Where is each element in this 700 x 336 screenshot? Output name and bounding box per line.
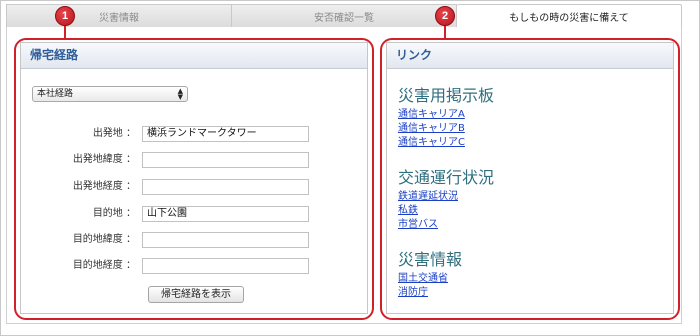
tab-safety-list[interactable]: 安否確認一覧 <box>232 4 457 28</box>
form-row-destination-lat: 目的地緯度 ： <box>30 232 310 248</box>
link-city-bus[interactable]: 市営バス <box>398 218 494 232</box>
link-carrier-a[interactable]: 通信キャリアA <box>398 108 494 122</box>
departure-lat-input[interactable] <box>142 152 309 168</box>
link-fire-agency[interactable]: 消防庁 <box>398 286 462 300</box>
destination-lat-label: 目的地緯度 ： <box>72 234 136 245</box>
destination-lat-input[interactable] <box>142 232 309 248</box>
callout-badge-1: 1 <box>55 6 75 26</box>
departure-lat-label: 出発地緯度 ： <box>72 154 136 165</box>
form-row-departure: 出発地 ： 横浜ランドマークタワー <box>30 126 310 142</box>
link-section-bulletin: 災害用掲示板 通信キャリアA 通信キャリアB 通信キャリアC <box>398 86 494 150</box>
departure-input[interactable]: 横浜ランドマークタワー <box>142 126 309 142</box>
destination-input[interactable]: 山下公園 <box>142 206 309 222</box>
form-row-destination: 目的地 ： 山下公園 <box>30 206 310 222</box>
form-row-departure-lat: 出発地緯度 ： <box>30 152 310 168</box>
tab-bar: 災害情報 安否確認一覧 もしもの時の災害に備えて <box>6 4 682 28</box>
show-route-button[interactable]: 帰宅経路を表示 <box>148 286 244 303</box>
links-title: リンク <box>387 43 673 69</box>
form-row-destination-lng: 目的地経度 ： <box>30 258 310 274</box>
link-mlit[interactable]: 国土交通省 <box>398 272 462 286</box>
callout-1-line <box>64 24 66 40</box>
route-select-value: 本社経路 <box>37 89 74 99</box>
form-row-departure-lng: 出発地経度 ： <box>30 179 310 195</box>
link-section-transit: 交通運行状況 鉄道遅延状況 私鉄 市営バス <box>398 168 494 232</box>
link-section-disaster: 災害情報 国土交通省 消防庁 <box>398 250 462 300</box>
destination-lng-label: 目的地経度 ： <box>72 260 136 271</box>
route-home-title: 帰宅経路 <box>21 43 367 69</box>
callout-2-line <box>444 24 446 40</box>
departure-lng-label: 出発地経度 ： <box>72 181 136 192</box>
tab-disaster-info[interactable]: 災害情報 <box>6 4 232 28</box>
callout-badge-2: 2 <box>435 6 455 26</box>
tab-disaster-preparedness[interactable]: もしもの時の災害に備えて <box>457 4 682 28</box>
link-carrier-b[interactable]: 通信キャリアB <box>398 122 494 136</box>
departure-lng-input[interactable] <box>142 179 309 195</box>
section-title-bulletin: 災害用掲示板 <box>398 86 495 105</box>
select-arrows-icon: ▲ ▼ <box>177 87 183 101</box>
link-private-rail[interactable]: 私鉄 <box>398 204 494 218</box>
destination-lng-input[interactable] <box>142 258 309 274</box>
link-carrier-c[interactable]: 通信キャリアC <box>398 136 494 150</box>
link-rail-delay[interactable]: 鉄道遅延状況 <box>398 190 494 204</box>
section-title-transit: 交通運行状況 <box>398 168 495 187</box>
departure-label: 出発地 ： <box>92 128 136 139</box>
route-select[interactable]: 本社経路 ▲ ▼ <box>32 86 188 102</box>
destination-label: 目的地 ： <box>92 208 136 219</box>
section-title-disaster: 災害情報 <box>398 250 463 269</box>
